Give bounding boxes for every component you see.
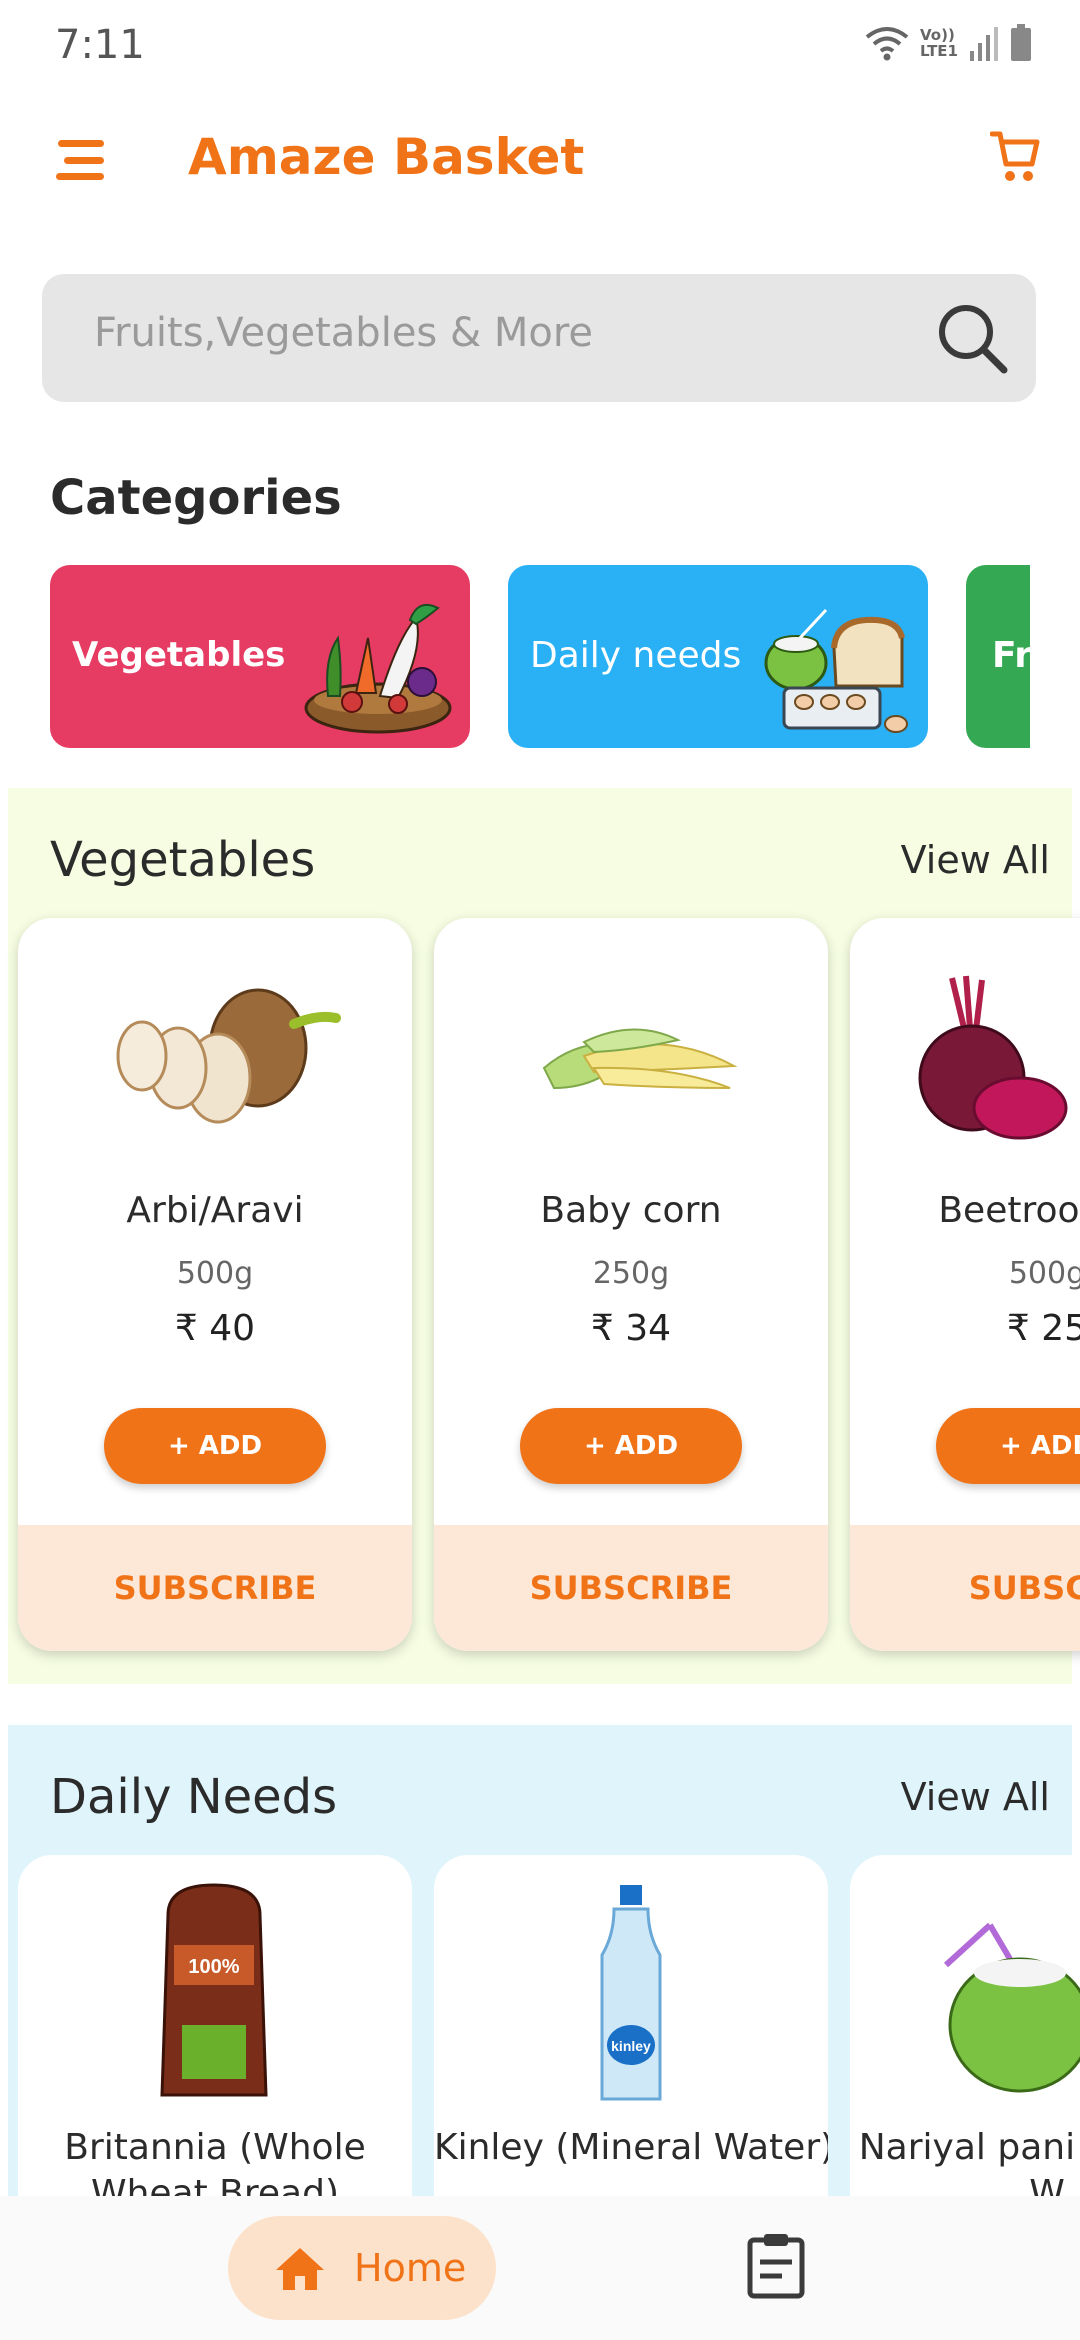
category-label: Fr (992, 635, 1030, 676)
add-to-cart-button[interactable]: + ADD (520, 1408, 742, 1484)
bottom-navigation: Home (0, 2196, 1080, 2340)
search-input[interactable]: Fruits,Vegetables & More (94, 310, 593, 356)
product-card-baby-corn[interactable]: Baby corn 250g ₹ 34 + ADD SUBSCRIBE (434, 918, 828, 1651)
subscribe-button[interactable]: SUBSCRIBE (434, 1525, 828, 1651)
product-image: 100% (160, 1883, 268, 2097)
orders-icon[interactable] (746, 2232, 806, 2300)
daily-needs-icon (764, 608, 908, 733)
product-image (918, 975, 1068, 1140)
product-image (943, 1922, 1080, 2093)
home-icon (276, 2248, 324, 2290)
subscribe-button[interactable]: SUBSCRIBE (18, 1525, 412, 1651)
cart-icon[interactable] (990, 128, 1040, 186)
product-name: Arbi/Aravi (126, 1190, 304, 1231)
product-quantity: 500g (176, 1256, 254, 1291)
status-time: 7:11 (55, 22, 145, 68)
search-bar[interactable]: Fruits,Vegetables & More (42, 274, 1036, 402)
add-to-cart-button[interactable]: + ADD (936, 1408, 1080, 1484)
category-fruits[interactable]: Fr (966, 565, 1030, 748)
vegetables-section: Vegetables View All Arbi/Aravi 500g ₹ 40… (8, 788, 1080, 1684)
svg-text:100%: 100% (188, 1956, 239, 1978)
categories-heading: Categories (50, 470, 342, 526)
vegetables-view-all-link[interactable]: View All (901, 838, 1050, 882)
daily-needs-view-all-link[interactable]: View All (901, 1775, 1050, 1819)
product-name: Beetroot(Ch (938, 1190, 1080, 1231)
product-price: ₹ 34 (590, 1308, 672, 1349)
app-title: Amaze Basket (188, 128, 585, 186)
product-name: Kinley (Mineral Water) (434, 2127, 828, 2168)
search-icon[interactable] (934, 300, 1010, 376)
vegetables-heading: Vegetables (50, 832, 316, 888)
category-label: Daily needs (530, 635, 742, 676)
product-price: ₹ 40 (174, 1308, 256, 1349)
vegetable-basket-icon (304, 604, 452, 734)
category-vegetables[interactable]: Vegetables (50, 565, 470, 748)
menu-icon[interactable] (48, 140, 104, 180)
product-card-arbi[interactable]: Arbi/Aravi 500g ₹ 40 + ADD SUBSCRIBE (18, 918, 412, 1651)
product-name: Baby corn (540, 1190, 722, 1231)
status-icons: Vo)) LTE1 (864, 20, 1032, 66)
signal-icon (970, 27, 998, 61)
subscribe-button[interactable]: SUBSCRI (850, 1525, 1080, 1651)
product-image: kinley (600, 1885, 662, 2101)
categories-list: Vegetables Daily needs Fr (50, 565, 1030, 748)
product-price: ₹ 25 (1006, 1308, 1080, 1349)
category-daily-needs[interactable]: Daily needs (508, 565, 928, 748)
product-card-beetroot[interactable]: Beetroot(Ch 500g ₹ 25 + ADD SUBSCRI (850, 918, 1080, 1651)
add-to-cart-button[interactable]: + ADD (104, 1408, 326, 1484)
status-bar: 7:11 Vo)) LTE1 (0, 0, 1080, 85)
daily-needs-heading: Daily Needs (50, 1769, 338, 1825)
nav-home-label: Home (354, 2246, 467, 2290)
volte-icon: Vo)) LTE1 (920, 26, 958, 60)
product-quantity: 250g (592, 1256, 670, 1291)
product-image (116, 988, 341, 1124)
svg-text:kinley: kinley (611, 2038, 651, 2054)
category-label: Vegetables (72, 635, 286, 675)
battery-icon (1011, 24, 1031, 61)
wifi-icon (865, 27, 909, 61)
product-quantity: 500g (1008, 1256, 1080, 1291)
product-image (542, 1028, 738, 1090)
nav-home[interactable]: Home (228, 2216, 496, 2320)
